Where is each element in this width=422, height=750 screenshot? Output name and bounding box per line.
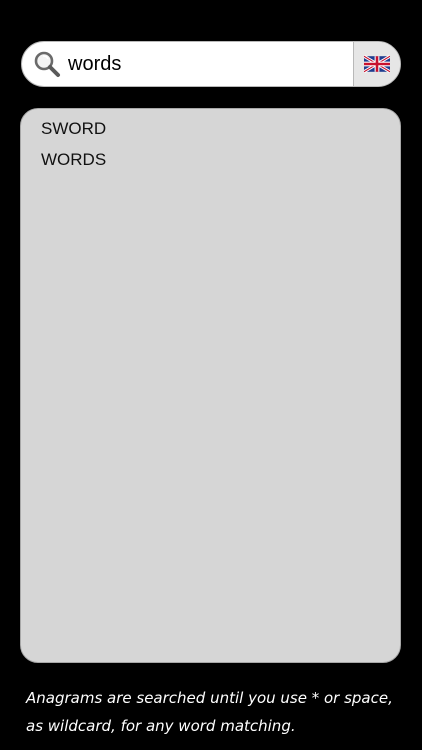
search-bar: [21, 41, 401, 87]
result-item[interactable]: WORDS: [21, 144, 400, 175]
search-input[interactable]: [68, 42, 353, 86]
results-list: SWORD WORDS: [21, 109, 400, 175]
language-button[interactable]: [353, 42, 400, 86]
hint-text: Anagrams are searched until you use * or…: [26, 689, 393, 735]
uk-flag-icon: [364, 55, 390, 73]
results-panel: SWORD WORDS: [20, 108, 401, 663]
search-icon: [34, 51, 60, 77]
result-item[interactable]: SWORD: [21, 113, 400, 144]
